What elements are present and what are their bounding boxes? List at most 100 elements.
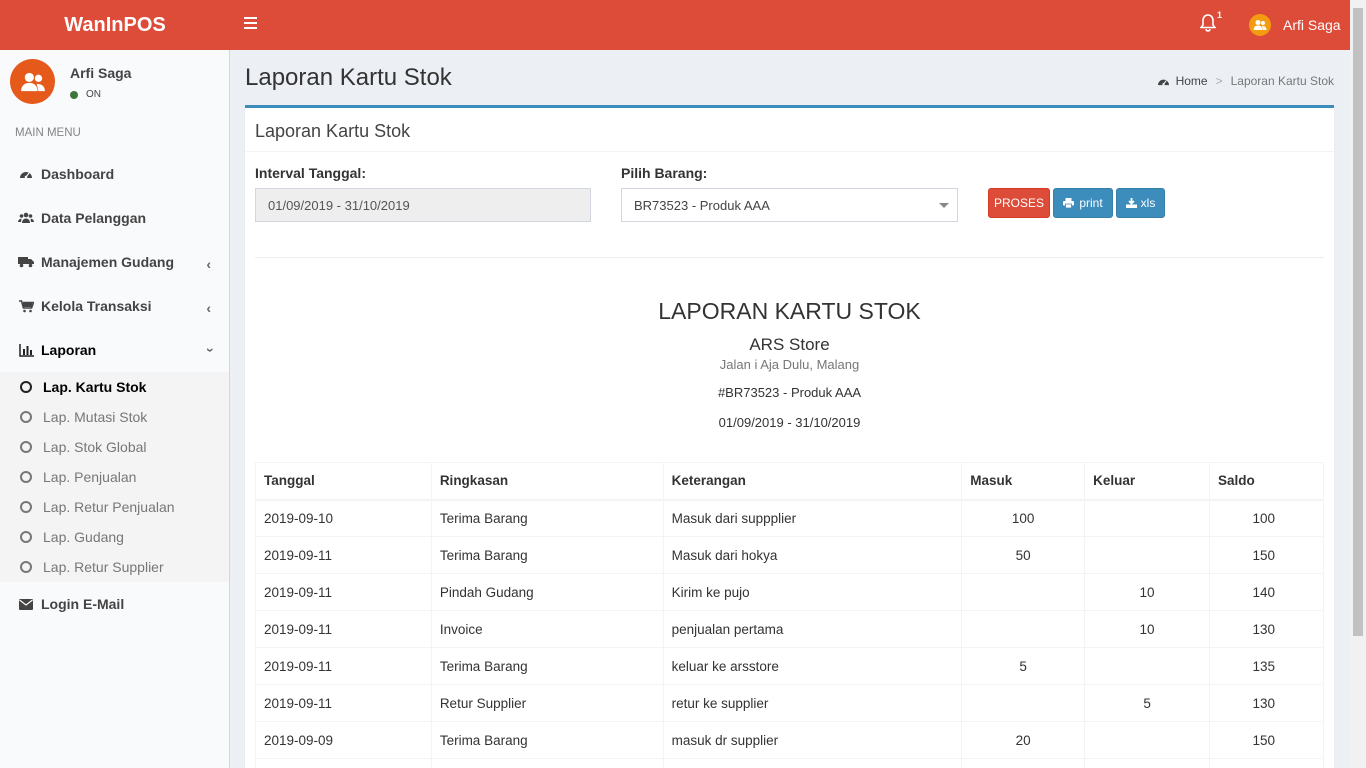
submenu-item-retur-penjualan[interactable]: Lap. Retur Penjualan — [0, 492, 229, 522]
cell-keterangan: Kirim ke pujo — [662, 573, 963, 611]
report-store-name: ARS Store — [749, 335, 830, 354]
notification-count-badge: 1 — [1217, 10, 1223, 20]
cell-masuk — [961, 610, 1086, 648]
online-status: ON — [70, 89, 101, 100]
box-title: Laporan Kartu Stok — [255, 121, 411, 141]
submenu-label: Lap. Mutasi Stok — [43, 409, 148, 425]
table-row — [255, 758, 1324, 768]
barang-select[interactable]: BR73523 - Produk AAA — [621, 188, 958, 222]
cell-ringkasan: Terima Barang — [430, 499, 664, 537]
table-row: 2019-09-11 Terima Barang keluar ke arsst… — [255, 647, 1324, 685]
barang-select-value: BR73523 - Produk AAA — [634, 197, 770, 213]
page-title: Laporan Kartu Stok — [245, 64, 452, 91]
cell-saldo: 130 — [1209, 610, 1324, 648]
table-row: 2019-09-11 Pindah Gudang Kirim ke pujo 1… — [255, 573, 1324, 611]
barang-label: Pilih Barang: — [621, 165, 708, 181]
report-date-range: 01/09/2019 - 31/10/2019 — [718, 415, 861, 430]
sidebar-item-label: Data Pelanggan — [41, 210, 147, 226]
submenu-item-retur-supplier[interactable]: Lap. Retur Supplier — [0, 552, 229, 582]
submenu-item-stok-global[interactable]: Lap. Stok Global — [0, 432, 229, 462]
divider — [245, 151, 1334, 152]
sidebar-item-manajemen-gudang[interactable]: Manajemen Gudang ‹ — [0, 240, 229, 284]
sidebar-item-label: Login E-Mail — [41, 596, 125, 612]
cell-ringkasan: Retur Supplier — [430, 684, 664, 722]
sidebar-item-kelola-transaksi[interactable]: Kelola Transaksi ‹ — [0, 284, 229, 328]
cell-tanggal: 2019-09-11 — [255, 647, 432, 685]
proses-button[interactable]: PROSES — [988, 188, 1050, 218]
submenu-item-mutasi-stok[interactable]: Lap. Mutasi Stok — [0, 402, 229, 432]
cell-saldo: 150 — [1209, 721, 1324, 759]
download-icon — [1125, 198, 1140, 208]
truck-icon — [18, 255, 34, 269]
laporan-submenu: Lap. Kartu Stok Lap. Mutasi Stok Lap. St… — [0, 372, 229, 582]
envelope-icon — [18, 597, 34, 611]
cell-keluar — [1084, 536, 1211, 574]
sidebar-item-label: Manajemen Gudang — [41, 254, 175, 270]
page-scrollbar[interactable] — [1350, 0, 1366, 768]
circle-icon — [20, 501, 32, 513]
column-header: Masuk — [961, 462, 1086, 501]
cell-ringkasan: Invoice — [430, 610, 664, 648]
cell-tanggal: 2019-09-10 — [255, 499, 432, 537]
stock-card-table: Tanggal Ringkasan Keterangan Masuk Kelua… — [255, 462, 1324, 768]
print-button[interactable]: print — [1053, 188, 1113, 218]
column-header: Saldo — [1209, 462, 1324, 501]
breadcrumb-home-link[interactable]: Home — [1176, 74, 1208, 88]
cell-ringkasan: Pindah Gudang — [430, 573, 664, 611]
sidebar-user-panel: Arfi Saga ON — [10, 59, 220, 105]
chevron-down-icon: ‹ — [200, 347, 217, 353]
sidebar-toggle-icon[interactable] — [244, 17, 257, 31]
sidebar-item-dashboard[interactable]: Dashboard — [0, 152, 229, 196]
top-navbar: WanInPOS 1 Arfi Saga — [0, 0, 1350, 50]
breadcrumb-separator: > — [1215, 74, 1223, 88]
sidebar-item-laporan[interactable]: Laporan ‹ — [0, 328, 229, 372]
circle-icon — [20, 411, 32, 423]
xls-label: xls — [1140, 196, 1156, 210]
cell-tanggal: 2019-09-09 — [255, 721, 432, 759]
cell-tanggal: 2019-09-11 — [255, 610, 432, 648]
cell-keterangan: penjualan pertama — [662, 610, 963, 648]
cell-keluar: 5 — [1084, 684, 1211, 722]
sidebar-user-name: Arfi Saga — [70, 65, 132, 81]
column-header: Ringkasan — [430, 462, 664, 501]
submenu-label: Lap. Retur Penjualan — [43, 499, 175, 515]
table-row: 2019-09-10 Terima Barang Masuk dari supp… — [255, 499, 1324, 537]
interval-label: Interval Tanggal: — [255, 165, 366, 181]
report-store-address: Jalan i Aja Dulu, Malang — [719, 357, 860, 372]
table-row: 2019-09-11 Terima Barang Masuk dari hoky… — [255, 536, 1324, 574]
cell-masuk: 5 — [961, 647, 1086, 685]
date-range-input[interactable]: 01/09/2019 - 31/10/2019 — [255, 188, 591, 222]
circle-icon — [20, 381, 32, 393]
user-name: Arfi Saga — [1283, 17, 1341, 33]
cell-tanggal: 2019-09-11 — [255, 684, 432, 722]
date-range-value: 01/09/2019 - 31/10/2019 — [268, 197, 410, 213]
xls-button[interactable]: xls — [1116, 188, 1165, 218]
submenu-label: Lap. Stok Global — [43, 439, 147, 455]
submenu-label: Lap. Gudang — [43, 529, 124, 545]
cell-saldo: 150 — [1209, 536, 1324, 574]
cell-keluar: 10 — [1084, 610, 1211, 648]
cell-tanggal: 2019-09-11 — [255, 536, 432, 574]
sidebar-item-login-email[interactable]: Login E-Mail — [0, 582, 229, 626]
submenu-label: Lap. Penjualan — [43, 469, 137, 485]
circle-icon — [20, 471, 32, 483]
bar-chart-icon — [18, 343, 34, 357]
cell-keluar — [1084, 647, 1211, 685]
dashboard-icon — [18, 167, 34, 181]
submenu-item-gudang[interactable]: Lap. Gudang — [0, 522, 229, 552]
submenu-item-kartu-stok[interactable]: Lap. Kartu Stok — [0, 372, 229, 402]
status-label: ON — [86, 89, 101, 100]
app-logo[interactable]: WanInPOS — [0, 0, 230, 50]
submenu-item-penjualan[interactable]: Lap. Penjualan — [0, 462, 229, 492]
cell-masuk: 20 — [961, 721, 1086, 759]
user-menu[interactable]: Arfi Saga — [1249, 14, 1341, 36]
cell-keterangan: Masuk dari suppplier — [662, 499, 963, 537]
cell-tanggal: 2019-09-11 — [255, 573, 432, 611]
sidebar-item-data-pelanggan[interactable]: Data Pelanggan — [0, 196, 229, 240]
sidebar-header: MAIN MENU — [15, 127, 81, 139]
report-title: LAPORAN KARTU STOK — [658, 298, 921, 324]
cell-keluar — [1084, 499, 1211, 537]
submenu-label: Lap. Retur Supplier — [43, 559, 164, 575]
report-item: #BR73523 - Produk AAA — [717, 385, 862, 400]
scrollbar-thumb[interactable] — [1353, 8, 1363, 636]
